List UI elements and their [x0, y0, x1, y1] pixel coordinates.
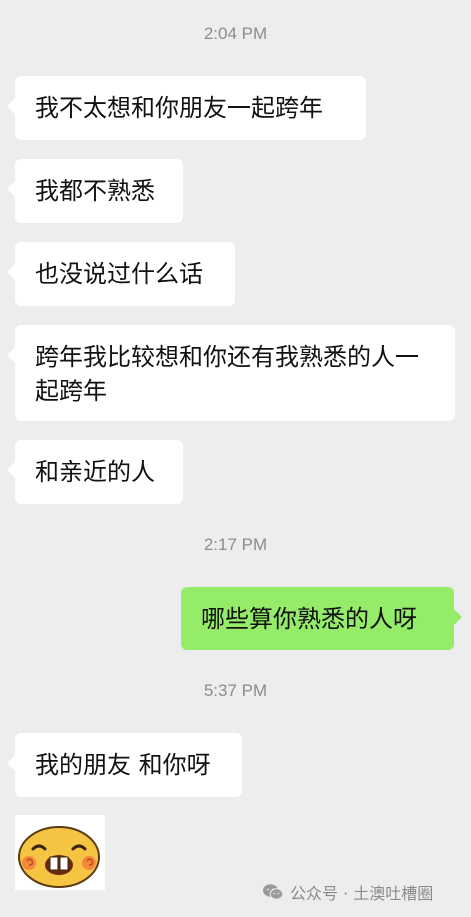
message-bubble[interactable]: 也没说过什么话 — [7, 242, 235, 306]
laughing-bean-emoji-icon[interactable] — [15, 815, 105, 890]
watermark-text: 公众号 · 土澳吐槽圈 — [290, 884, 434, 903]
message-bubble-outgoing[interactable]: 哪些算你熟悉的人呀 — [181, 587, 462, 650]
message-bubble[interactable]: 我都不熟悉 — [7, 159, 183, 223]
message-bubble[interactable]: 跨年我比较想和你还有我熟悉的人一起跨年 — [7, 325, 455, 421]
wechat-icon — [263, 884, 284, 900]
message-bubble[interactable]: 我不太想和你朋友一起跨年 — [7, 76, 366, 140]
watermark: 公众号 · 土澳吐槽圈 — [262, 880, 433, 904]
message-bubble[interactable]: 和亲近的人 — [7, 440, 183, 504]
timestamp: 5:37 PM — [203, 681, 268, 700]
timestamp: 2:17 PM — [203, 535, 268, 554]
timestamp: 2:04 PM — [203, 24, 268, 43]
message-bubble[interactable]: 我的朋友 和你呀 — [7, 733, 242, 797]
